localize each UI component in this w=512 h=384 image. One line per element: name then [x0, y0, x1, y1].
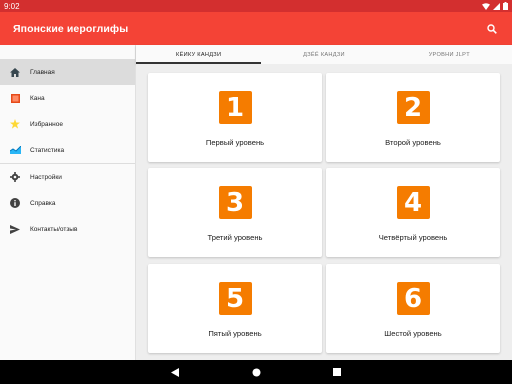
- level-card-1[interactable]: 1 Первый уровень: [148, 73, 322, 162]
- tab-bar: КЁИКУ КАНДЗИ ДЗЁЁ КАНДЗИ УРОВНИ JLPT: [136, 45, 512, 64]
- system-navigation-bar: [0, 360, 512, 384]
- signal-icon: [493, 2, 500, 10]
- level-label: Второй уровень: [385, 138, 441, 147]
- level-card-2[interactable]: 2 Второй уровень: [326, 73, 500, 162]
- level-grid: 1 Первый уровень 2 Второй уровень 3 Трет…: [136, 64, 512, 360]
- level-label: Пятый уровень: [208, 329, 262, 338]
- back-icon[interactable]: [169, 366, 181, 378]
- sidebar-item-label: Справка: [30, 199, 56, 207]
- home-icon: [9, 66, 21, 78]
- level-card-4[interactable]: 4 Четвёртый уровень: [326, 168, 500, 257]
- sidebar-item-label: Статистика: [30, 146, 65, 154]
- sidebar-item-label: Настройки: [30, 173, 62, 181]
- search-icon[interactable]: [484, 21, 500, 37]
- tab-kyoiku-kanji[interactable]: КЁИКУ КАНДЗИ: [136, 45, 262, 64]
- sidebar-item-statistics[interactable]: Статистика: [0, 137, 135, 163]
- kana-square-icon: [9, 92, 21, 104]
- gear-icon: [9, 171, 21, 183]
- wifi-icon: [482, 2, 490, 10]
- sidebar-item-favorites[interactable]: Избранное: [0, 111, 135, 137]
- level-number-badge: 5: [218, 282, 252, 315]
- level-label: Шестой уровень: [384, 329, 442, 338]
- sidebar-item-help[interactable]: Справка: [0, 190, 135, 216]
- level-number-badge: 3: [218, 186, 252, 219]
- level-card-5[interactable]: 5 Пятый уровень: [148, 264, 322, 353]
- navigation-drawer: Главная Кана Избранное Статистика Настро…: [0, 45, 136, 360]
- level-label: Четвёртый уровень: [378, 233, 448, 242]
- sidebar-item-label: Кана: [30, 94, 45, 102]
- recents-icon[interactable]: [331, 366, 343, 378]
- level-number-badge: 2: [396, 91, 430, 124]
- star-icon: [9, 118, 21, 130]
- sidebar-item-settings[interactable]: Настройки: [0, 164, 135, 190]
- sidebar-item-label: Контакты/отзыв: [30, 225, 78, 233]
- send-icon: [9, 223, 21, 235]
- status-time: 9:02: [4, 1, 20, 11]
- sidebar-item-home[interactable]: Главная: [0, 59, 135, 85]
- battery-icon: [503, 2, 508, 10]
- status-bar: 9:02: [0, 0, 512, 12]
- tab-joyo-kanji[interactable]: ДЗЁЁ КАНДЗИ: [261, 45, 386, 64]
- level-card-6[interactable]: 6 Шестой уровень: [326, 264, 500, 353]
- chart-icon: [9, 144, 21, 156]
- level-card-3[interactable]: 3 Третий уровень: [148, 168, 322, 257]
- home-button-icon[interactable]: [250, 366, 262, 378]
- tab-jlpt-levels[interactable]: УРОВНИ JLPT: [387, 45, 512, 64]
- sidebar-item-contacts[interactable]: Контакты/отзыв: [0, 216, 135, 242]
- level-label: Первый уровень: [205, 138, 265, 147]
- level-number-badge: 6: [396, 282, 430, 315]
- app-bar: Японские иероглифы: [0, 12, 512, 45]
- level-number-badge: 1: [218, 91, 252, 124]
- sidebar-item-label: Избранное: [30, 120, 63, 128]
- sidebar-item-kana[interactable]: Кана: [0, 85, 135, 111]
- level-number-badge: 4: [396, 186, 430, 219]
- sidebar-item-label: Главная: [30, 68, 55, 76]
- level-label: Третий уровень: [207, 233, 263, 242]
- info-icon: [9, 197, 21, 209]
- app-title: Японские иероглифы: [13, 22, 129, 35]
